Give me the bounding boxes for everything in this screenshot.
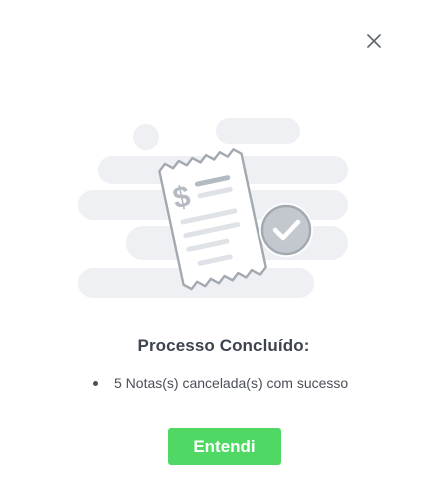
close-icon xyxy=(367,34,381,48)
list-item: 5 Notas(s) cancelada(s) com sucesso xyxy=(0,372,447,394)
result-list: 5 Notas(s) cancelada(s) com sucesso xyxy=(0,372,447,394)
success-dialog: $ Processo Concluído: 5 Notas(s) cancela… xyxy=(0,0,447,487)
receipt-check-icon: $ xyxy=(78,116,368,302)
dialog-title: Processo Concluído: xyxy=(137,336,310,355)
confirm-button[interactable]: Entendi xyxy=(168,428,281,465)
close-button[interactable] xyxy=(362,29,386,53)
result-text: 5 Notas(s) cancelada(s) com sucesso xyxy=(114,375,349,391)
bullet-icon xyxy=(93,381,98,386)
